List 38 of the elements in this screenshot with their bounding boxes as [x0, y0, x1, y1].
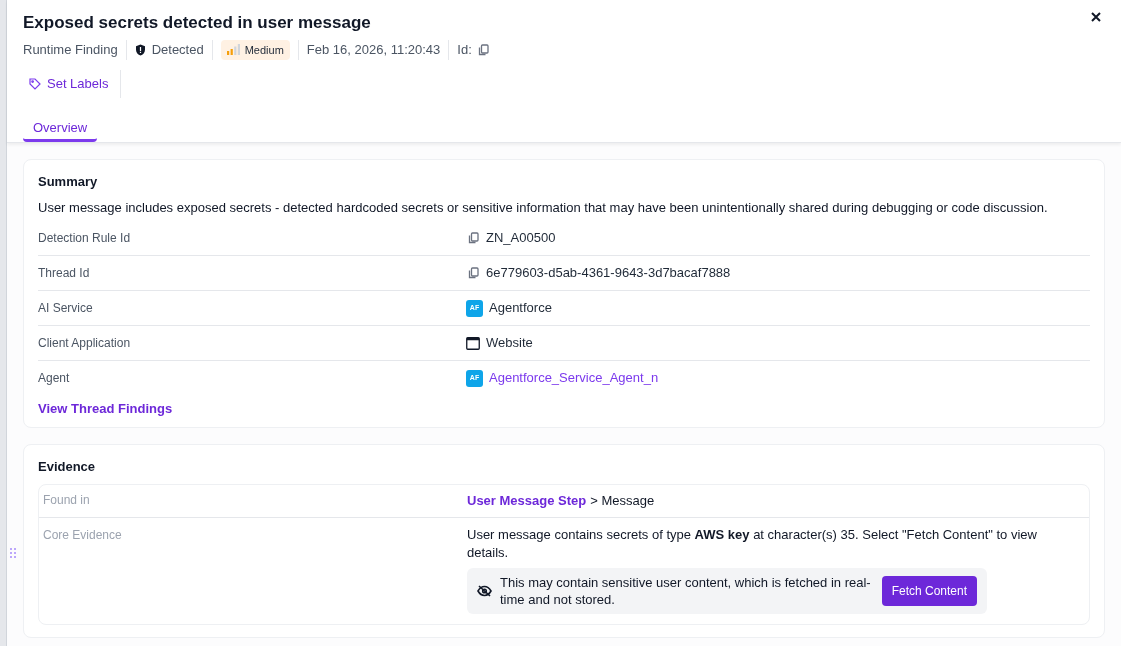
row-value: Website [486, 334, 533, 352]
copy-icon[interactable] [477, 43, 489, 56]
row-label: Client Application [38, 335, 132, 352]
finding-title: Exposed secrets detected in user message [23, 12, 371, 34]
row-label: Detection Rule Id [38, 230, 132, 247]
close-icon [1091, 12, 1101, 22]
row-value: 6e779603-d5ab-4361-9643-3d7bacaf7888 [486, 264, 731, 282]
id-label: Id: [457, 41, 472, 59]
row-label: Thread Id [38, 265, 91, 282]
eye-off-icon [477, 584, 492, 597]
row-label: Core Evidence [42, 526, 123, 544]
agent-link[interactable]: Agentforce_Service_Agent_n [489, 368, 659, 388]
section-title: Summary [38, 173, 99, 191]
shield-icon [134, 43, 146, 56]
meta-text: Feb 16, 2026, 11:20:43 [306, 41, 441, 59]
status-text: Detected [151, 41, 204, 59]
summary-description: User message includes exposed secrets - detected hardcoded secrets or sensitive information that may have been unintentionally shared during debugging or code discussion. [38, 198, 1049, 217]
tag-icon [29, 77, 41, 90]
browser-window-icon [466, 336, 480, 350]
view-thread-findings-link[interactable]: View Thread Findings [38, 399, 1090, 419]
set-labels-button[interactable]: Set Labels [23, 70, 122, 98]
notice-text: This may contain sensitive user content, which is fetched in real-time and not stored. [500, 573, 872, 608]
copy-icon[interactable] [467, 267, 479, 279]
meta-text: Runtime Finding [23, 41, 118, 59]
row-value: ZN_A00500 [486, 229, 556, 247]
row-label: Agent [38, 370, 71, 387]
fetch-content-button[interactable]: Fetch Content [881, 575, 977, 606]
row-label: AI Service [38, 300, 94, 317]
step-link[interactable]: User Message Step [467, 491, 587, 511]
section-title: Evidence [38, 457, 97, 476]
path-suffix: > Message [590, 492, 655, 510]
evidence-text: User message contains secrets of type AWS key at character(s) 35. Select "Fetch Content" to view details. [467, 525, 1038, 562]
copy-icon[interactable] [467, 232, 479, 244]
row-value: Agentforce [489, 299, 552, 317]
drag-handle-icon[interactable] [10, 548, 16, 558]
row-label: Found in [42, 492, 91, 509]
signal-bars-icon [226, 44, 241, 56]
severity-badge: Medium [220, 39, 290, 60]
